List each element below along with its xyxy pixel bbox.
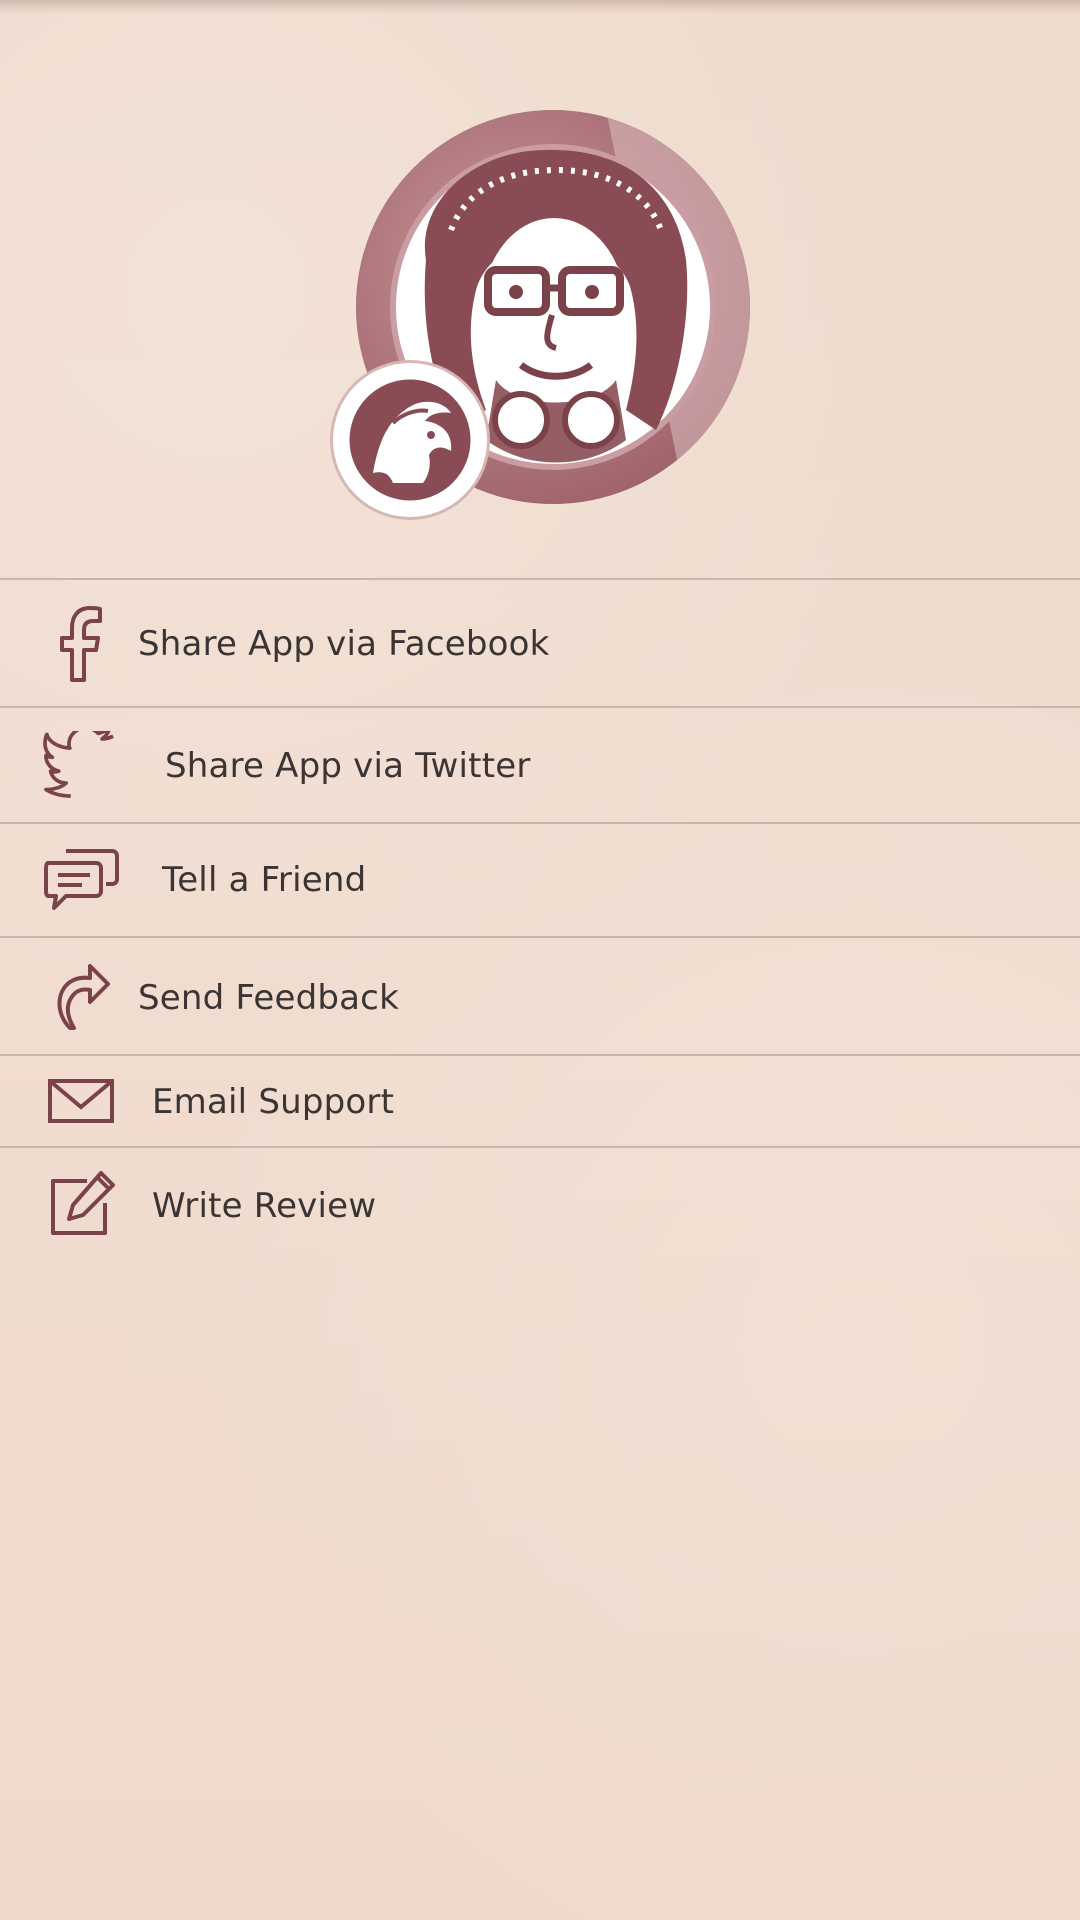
facebook-icon: [42, 604, 122, 684]
menu-label-tell-friend: Tell a Friend: [162, 860, 367, 900]
edit-icon: [42, 1164, 122, 1244]
share-menu: Share App via Facebook Share App via Twi…: [0, 578, 1080, 1264]
menu-item-share-twitter[interactable]: Share App via Twitter: [0, 706, 1080, 822]
menu-label-write-review: Write Review: [152, 1186, 377, 1226]
menu-item-send-feedback[interactable]: Send Feedback: [0, 936, 1080, 1054]
menu-item-tell-friend[interactable]: Tell a Friend: [0, 822, 1080, 936]
menu-item-email-support[interactable]: Email Support: [0, 1054, 1080, 1146]
menu-label-send-feedback: Send Feedback: [138, 978, 399, 1018]
menu-label-share-facebook: Share App via Facebook: [138, 624, 550, 664]
menu-item-write-review[interactable]: Write Review: [0, 1146, 1080, 1264]
menu-label-share-twitter: Share App via Twitter: [165, 746, 531, 786]
menu-label-email-support: Email Support: [152, 1082, 395, 1122]
envelope-icon: [42, 1062, 122, 1142]
chat-bubbles-icon: [42, 840, 122, 920]
twitter-icon: [42, 726, 122, 806]
menu-item-share-facebook[interactable]: Share App via Facebook: [0, 578, 1080, 706]
curved-arrow-icon: [42, 956, 122, 1036]
horse-logo-image: [338, 368, 482, 512]
profile-header: [0, 0, 1080, 578]
app-logo-avatar[interactable]: [330, 360, 490, 520]
